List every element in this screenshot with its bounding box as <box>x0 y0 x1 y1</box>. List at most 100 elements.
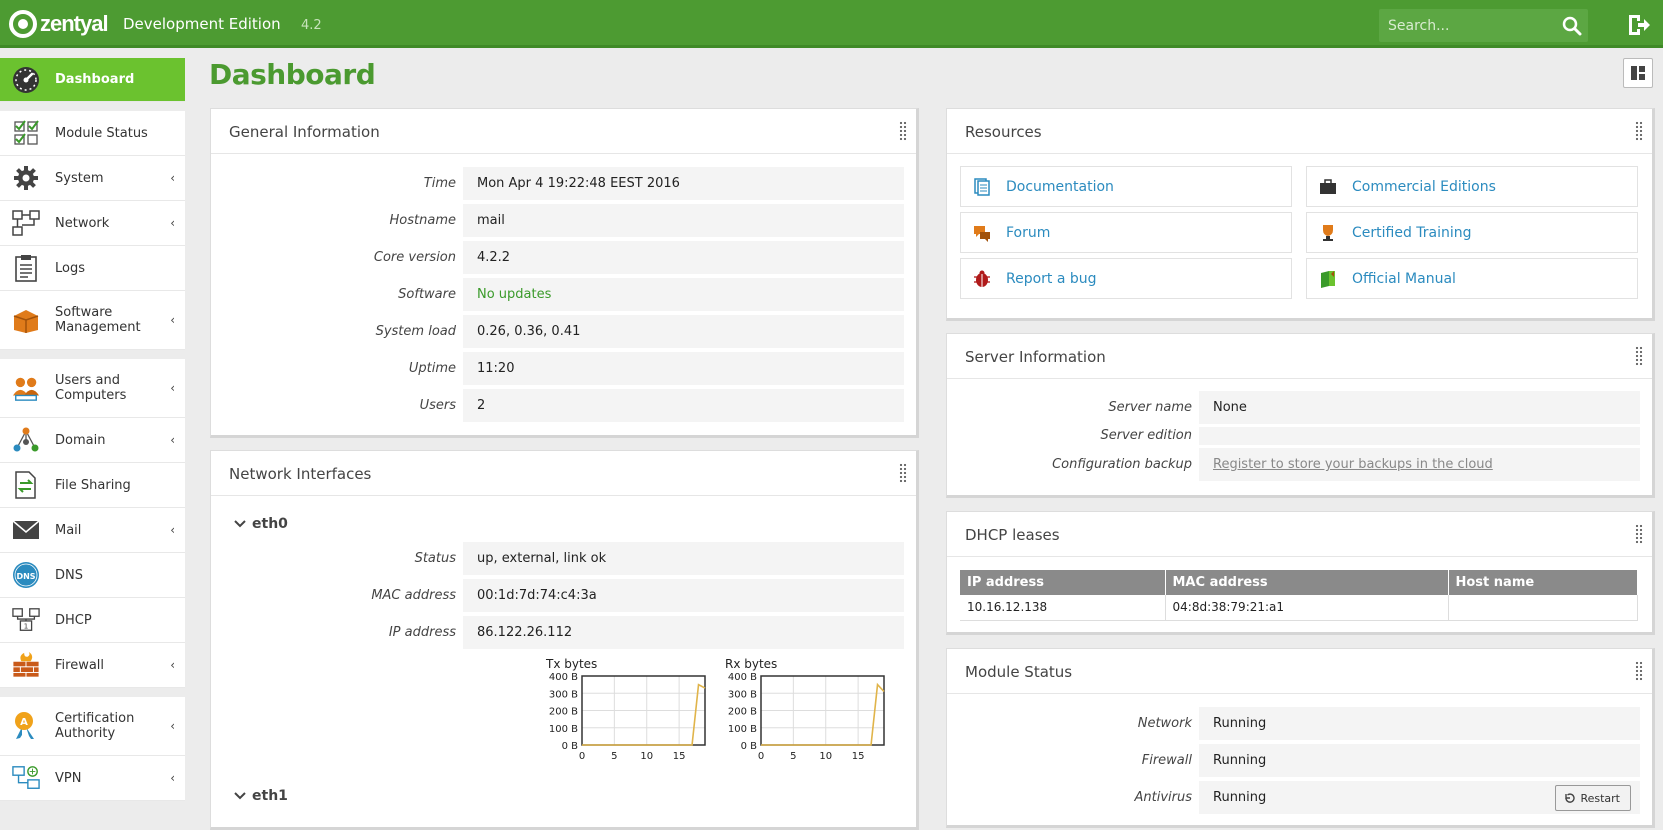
info-key: System load <box>375 324 456 339</box>
brand-name: zentyal <box>40 11 109 36</box>
table-cell: 10.16.12.138 <box>960 595 1166 621</box>
chart-title: Rx bytes <box>725 657 777 671</box>
interface-toggle-eth0[interactable]: eth0 <box>234 516 288 532</box>
dashboard-layout-button[interactable] <box>1623 58 1653 88</box>
sidebar-item-domain[interactable]: Domain ‹ <box>0 418 185 463</box>
info-row-software: Software No updates <box>211 278 904 311</box>
chevron-left-icon: ‹ <box>170 719 175 733</box>
sidebar-item-file-sharing[interactable]: File Sharing <box>0 463 185 508</box>
resource-link-label: Forum <box>1006 224 1051 241</box>
widget-title: Module Status <box>965 663 1073 681</box>
dhcp-leases-widget: DHCP leases IP address MAC address Host … <box>946 511 1655 635</box>
drag-handle-icon[interactable] <box>1635 121 1643 141</box>
x-tick-label: 15 <box>673 751 686 762</box>
sidebar-item-dns[interactable]: DNS DNS <box>0 553 185 598</box>
sidebar-item-system[interactable]: System ‹ <box>0 156 185 201</box>
table-row: 10.16.12.138 04:8d:38:79:21:a1 <box>960 595 1638 621</box>
module-row-firewall: Firewall Running <box>947 744 1640 777</box>
edition-label: Development Edition <box>123 15 281 33</box>
dhcp-leases-table: IP address MAC address Host name 10.16.1… <box>960 570 1638 621</box>
drag-handle-icon[interactable] <box>1635 524 1643 544</box>
sidebar-item-firewall[interactable]: Firewall ‹ <box>0 643 185 688</box>
interface-name: eth1 <box>252 788 288 804</box>
sidebar-item-vpn[interactable]: VPN ‹ <box>0 756 185 801</box>
tx-bytes-chart: Tx bytes 0 B 100 B 200 B 300 B 400 B 0 5 10 15 <box>545 657 706 762</box>
sidebar-item-label: VPN <box>55 770 82 786</box>
layout-icon <box>1631 66 1645 80</box>
software-status-value[interactable]: No updates <box>463 278 904 311</box>
info-key: Server name <box>1108 400 1192 415</box>
info-value: Mon Apr 4 19:22:48 EEST 2016 <box>463 167 904 200</box>
sidebar-item-logs[interactable]: Logs <box>0 246 185 291</box>
widget-header: DHCP leases <box>947 512 1652 557</box>
widget-header: Network Interfaces <box>211 451 916 496</box>
resource-link-certified-training[interactable]: Certified Training <box>1306 212 1638 253</box>
drag-handle-icon[interactable] <box>899 463 907 483</box>
y-tick-label: 200 B <box>549 707 578 718</box>
sidebar-item-software-management[interactable]: Software Management ‹ <box>0 291 185 350</box>
info-value: None <box>1199 391 1640 424</box>
x-tick-label: 5 <box>611 751 617 762</box>
briefcase-icon <box>1320 179 1336 194</box>
sidebar-item-network[interactable]: Network ‹ <box>0 201 185 246</box>
drag-handle-icon[interactable] <box>899 121 907 141</box>
x-tick-label: 5 <box>790 751 796 762</box>
sidebar-item-label: File Sharing <box>55 477 131 493</box>
drag-handle-icon[interactable] <box>1635 661 1643 681</box>
y-tick-label: 400 B <box>549 672 578 683</box>
sidebar-item-dhcp[interactable]: 1 DHCP <box>0 598 185 643</box>
resources-widget: Resources Documentation Commercial Editi… <box>946 108 1655 321</box>
sidebar-item-label: Users and Computers <box>55 373 127 403</box>
iface-row-mac: MAC address 00:1d:7d:74:c4:3a <box>211 579 904 612</box>
sidebar-item-users-and-computers[interactable]: Users and Computers ‹ <box>0 359 185 418</box>
iface-row-status: Status up, external, link ok <box>211 542 904 575</box>
widget-header: General Information <box>211 109 916 154</box>
search-button[interactable] <box>1555 9 1588 42</box>
search-box <box>1379 9 1588 42</box>
resource-link-forum[interactable]: Forum <box>960 212 1292 253</box>
x-tick-label: 0 <box>579 751 585 762</box>
zentyal-logo[interactable]: zentyal <box>9 10 109 38</box>
y-tick-label: 100 B <box>728 724 757 735</box>
clipboard-icon <box>12 254 40 282</box>
top-bar: zentyal Development Edition 4.2 <box>0 0 1663 48</box>
sidebar-item-dashboard[interactable]: Dashboard <box>0 58 185 102</box>
restart-antivirus-button[interactable]: Restart <box>1555 785 1631 811</box>
vpn-icon <box>12 764 40 792</box>
general-information-widget: General Information Time Mon Apr 4 19:22… <box>210 108 919 438</box>
info-value: 4.2.2 <box>463 241 904 274</box>
info-row-hostname: Hostname mail <box>211 204 904 237</box>
sidebar-item-mail[interactable]: Mail ‹ <box>0 508 185 553</box>
y-tick-label: 300 B <box>549 689 578 700</box>
register-backup-link[interactable]: Register to store your backups in the cl… <box>1199 448 1640 481</box>
package-icon <box>12 306 40 334</box>
table-cell: 04:8d:38:79:21:a1 <box>1165 595 1449 621</box>
sidebar-item-module-status[interactable]: Module Status <box>0 111 185 156</box>
resource-link-label: Certified Training <box>1352 224 1472 241</box>
users-icon <box>12 374 40 402</box>
info-value <box>1199 427 1640 445</box>
resource-link-report-a-bug[interactable]: Report a bug <box>960 258 1292 299</box>
info-value: 11:20 <box>463 352 904 385</box>
info-value: 0.26, 0.36, 0.41 <box>463 315 904 348</box>
logout-icon <box>1629 15 1650 35</box>
resource-link-official-manual[interactable]: Official Manual <box>1306 258 1638 299</box>
table-header-row: IP address MAC address Host name <box>960 570 1638 595</box>
sidebar-item-label: Mail <box>55 522 82 538</box>
module-status-value: Running <box>1199 744 1640 777</box>
module-row-network: Network Running <box>947 707 1640 740</box>
info-key: Core version <box>373 250 456 265</box>
search-input[interactable] <box>1379 9 1555 42</box>
logout-button[interactable] <box>1626 13 1650 37</box>
resource-link-documentation[interactable]: Documentation <box>960 166 1292 207</box>
interface-toggle-eth1[interactable]: eth1 <box>234 788 288 804</box>
forum-icon <box>974 226 990 242</box>
column-header: IP address <box>960 570 1166 595</box>
drag-handle-icon[interactable] <box>1635 346 1643 366</box>
svg-text:1: 1 <box>24 621 29 630</box>
resource-link-commercial-editions[interactable]: Commercial Editions <box>1306 166 1638 207</box>
chevron-left-icon: ‹ <box>170 313 175 327</box>
sidebar-item-certification-authority[interactable]: A Certification Authority ‹ <box>0 697 185 756</box>
restart-button-label: Restart <box>1580 791 1620 805</box>
module-status-text: Running <box>1213 790 1267 805</box>
